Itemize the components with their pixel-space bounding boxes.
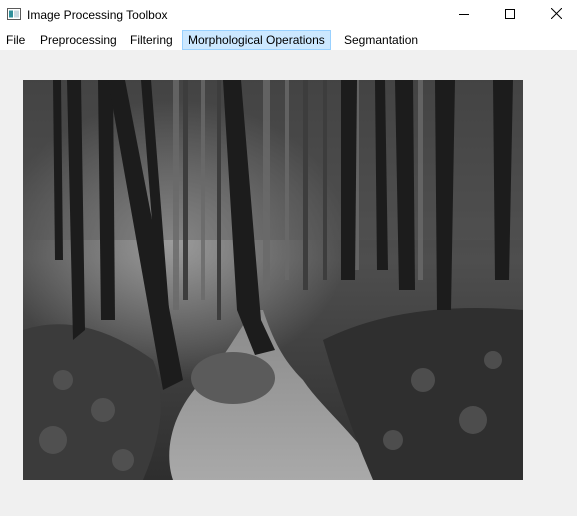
close-button[interactable] — [533, 0, 577, 30]
maximize-icon — [505, 8, 515, 22]
main-content — [0, 50, 577, 516]
menu-preprocessing[interactable]: Preprocessing — [34, 30, 123, 50]
title-bar[interactable]: Image Processing Toolbox — [0, 0, 577, 30]
minimize-button[interactable] — [441, 0, 487, 30]
maximize-button[interactable] — [487, 0, 533, 30]
menu-morphological-operations[interactable]: Morphological Operations — [182, 30, 331, 50]
window-title: Image Processing Toolbox — [27, 8, 168, 22]
menu-filtering[interactable]: Filtering — [124, 30, 179, 50]
forest-path-photo — [23, 80, 523, 480]
app-icon — [7, 8, 21, 20]
minimize-icon — [459, 8, 469, 22]
image-display — [23, 80, 523, 480]
menu-file[interactable]: File — [0, 30, 31, 50]
close-icon — [550, 7, 562, 22]
menu-segmantation[interactable]: Segmantation — [338, 30, 424, 50]
menu-bar: File Preprocessing Filtering Morphologic… — [0, 30, 577, 50]
